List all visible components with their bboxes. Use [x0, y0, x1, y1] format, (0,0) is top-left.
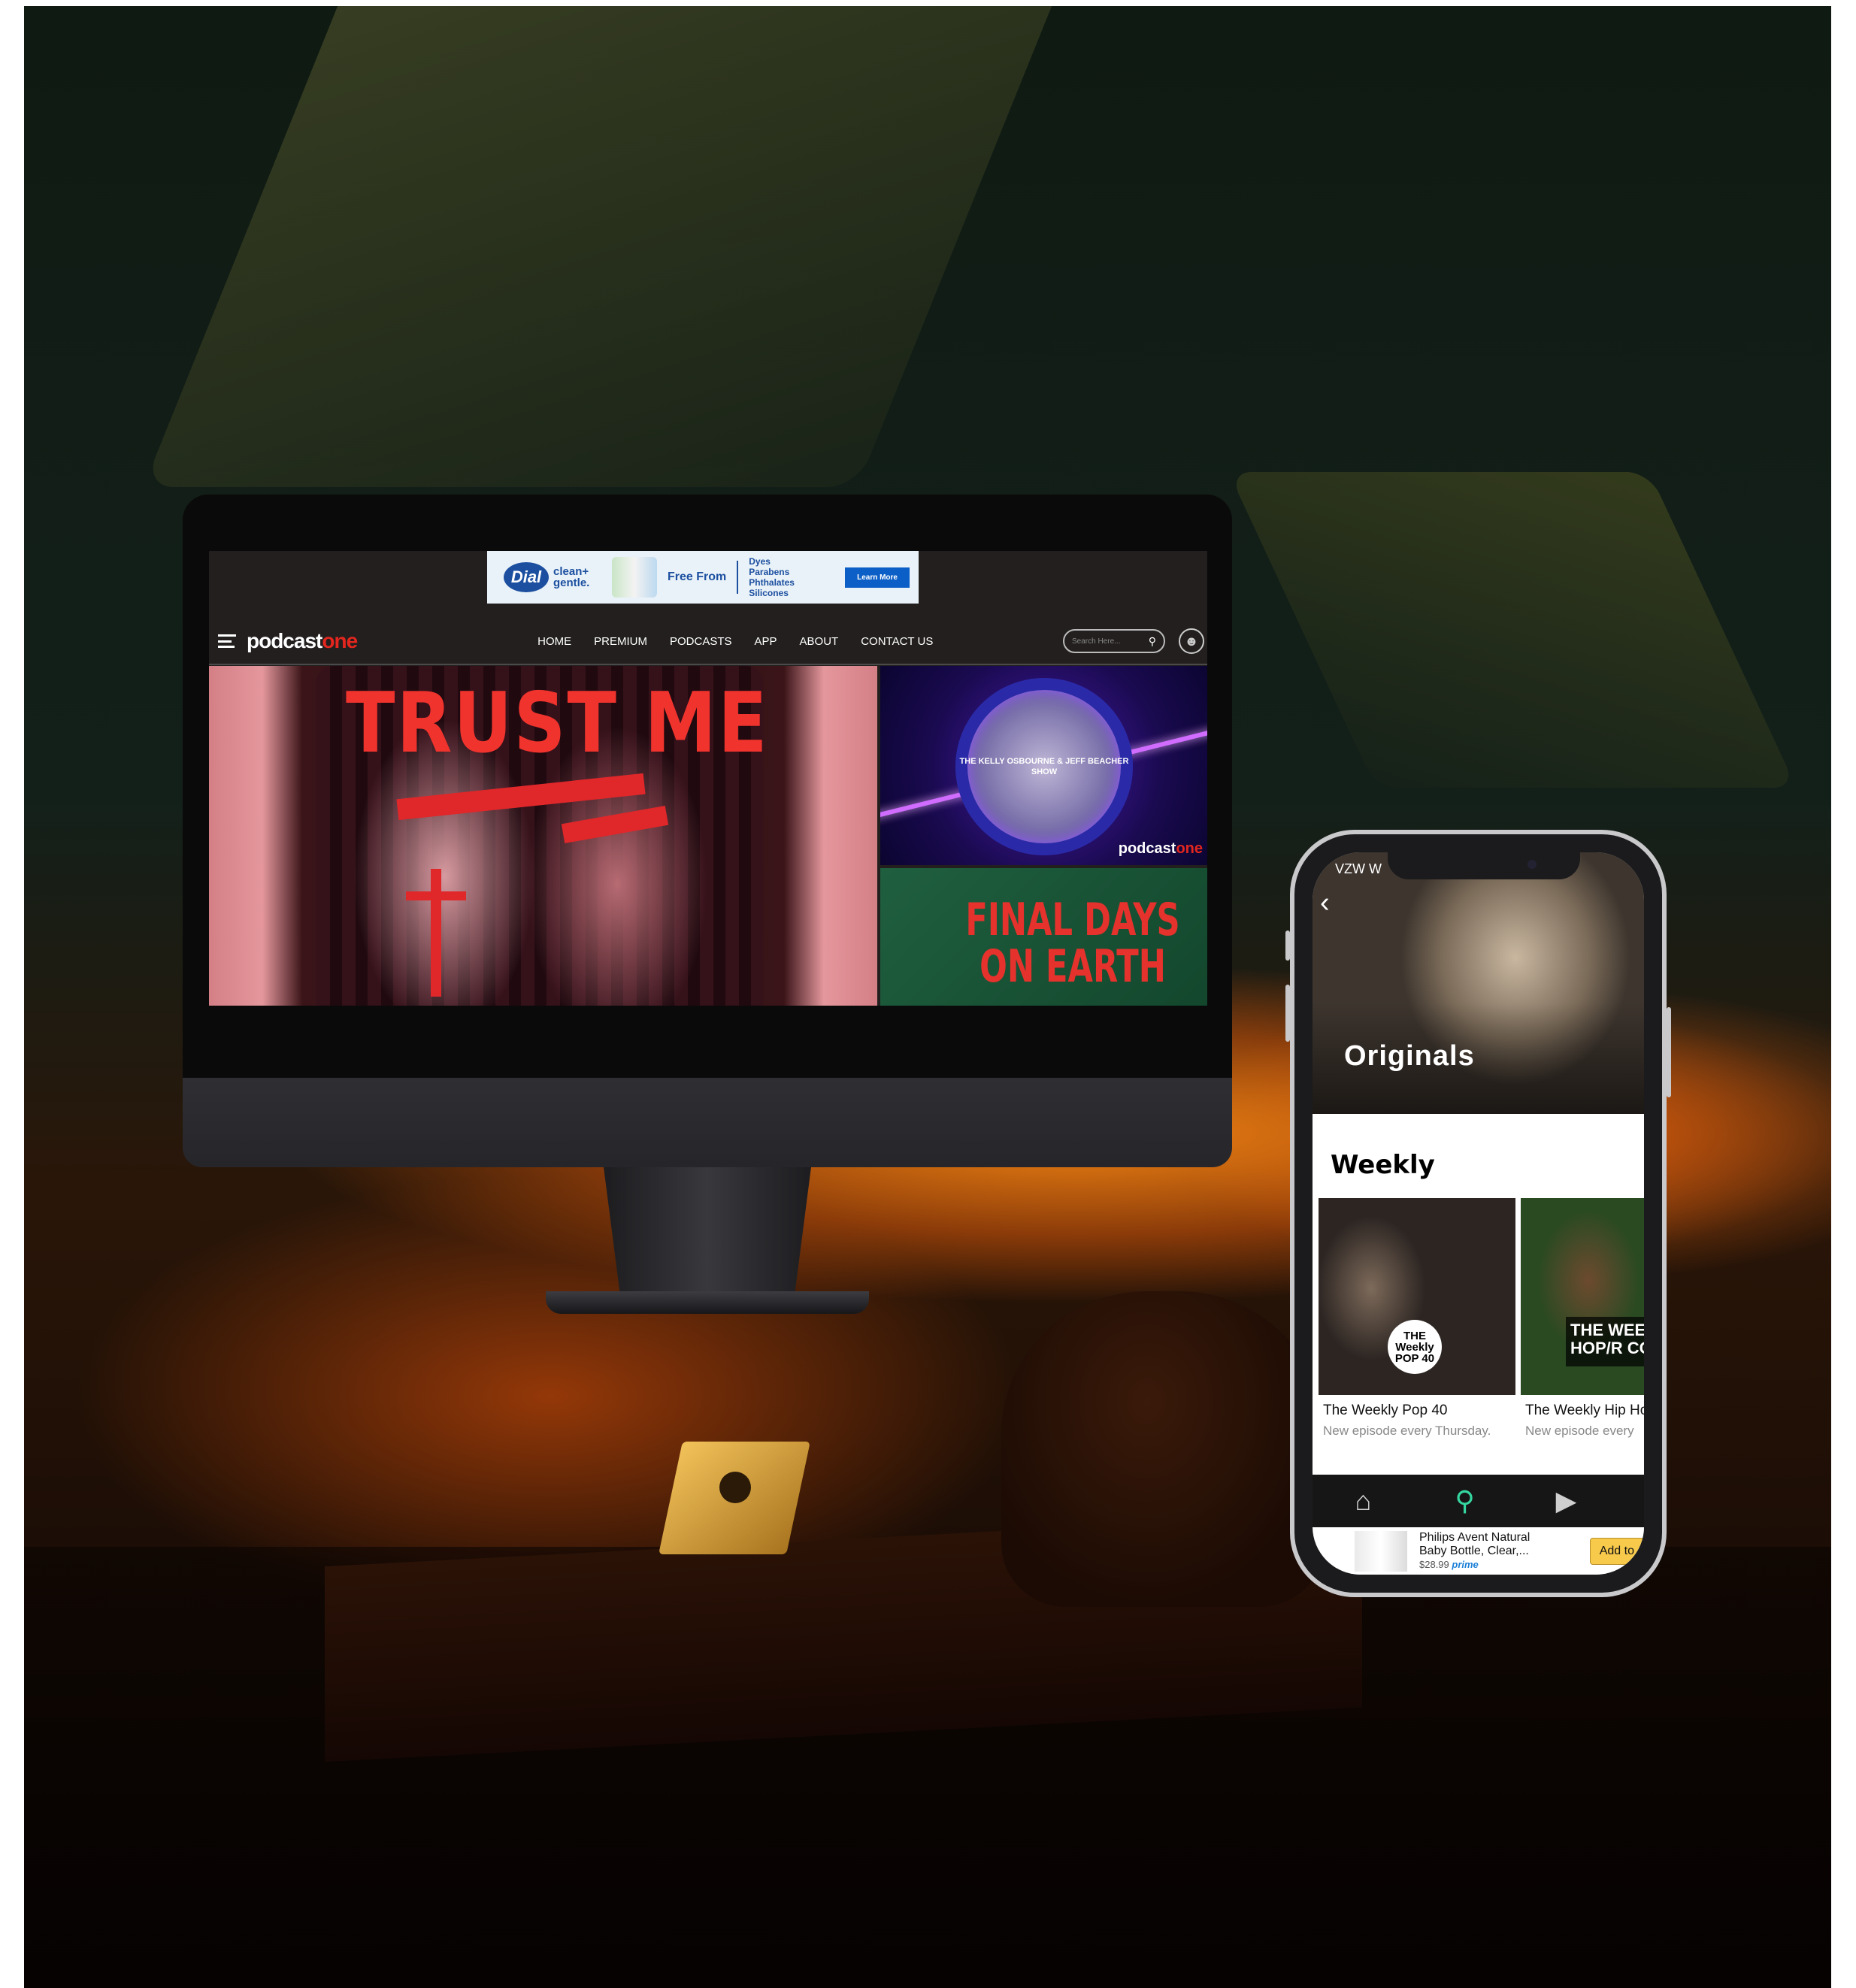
user-account-icon[interactable]: ☻	[1179, 628, 1204, 654]
phone-button	[1285, 985, 1290, 1042]
hero-tile-final-days[interactable]: FINAL DAYS ON EARTH	[880, 868, 1207, 1006]
show-title: THE KELLY OSBOURNE & JEFF BEACHER SHOW	[959, 757, 1129, 776]
nav-home[interactable]: HOME	[537, 635, 571, 648]
phone-button	[1285, 930, 1290, 961]
decor-cross	[406, 891, 466, 900]
phone-notch	[1388, 852, 1580, 879]
product-title: Philips Avent Natural Baby Bottle, Clear…	[1419, 1530, 1531, 1557]
logo-text: podcast	[247, 629, 322, 652]
bottom-tab-bar: ⌂ ⚲ ▶	[1313, 1475, 1644, 1527]
podcast-card[interactable]: THE WEEK HIP HOP/R COUNTDO The Weekly Hi…	[1521, 1198, 1644, 1439]
nav-podcasts[interactable]: PODCASTS	[670, 635, 732, 648]
monitor-chin	[183, 1078, 1232, 1167]
product-price-row: $28.99 prime	[1419, 1558, 1547, 1572]
video-icon[interactable]: ▶	[1515, 1485, 1617, 1517]
site-logo[interactable]: podcastone	[247, 629, 358, 653]
podcast-subtitle: New episode every	[1525, 1424, 1634, 1438]
podcast-card[interactable]: THE Weekly POP 40 The Weekly Pop 40 New …	[1319, 1198, 1515, 1439]
hero-title: TRUST ME	[346, 674, 769, 772]
ad-list-item: Dyes	[749, 556, 771, 567]
tile-title: FINAL DAYS ON EARTH	[965, 894, 1180, 993]
nav-contact[interactable]: CONTACT US	[861, 635, 933, 648]
podcast-title: The Weekly Pop 40	[1323, 1402, 1448, 1418]
tile-logo: podcastone	[1119, 840, 1203, 858]
nav-premium[interactable]: PREMIUM	[594, 635, 647, 648]
light-beam	[143, 6, 1070, 487]
hero-tile-kelly-osbourne[interactable]: THE KELLY OSBOURNE & JEFF BEACHER SHOW p…	[880, 666, 1207, 865]
monitor-stand	[604, 1167, 811, 1296]
search-input[interactable]: Search Here... ⚲	[1063, 629, 1165, 653]
hero-featured-trust-me[interactable]: TRUST ME	[209, 666, 877, 1006]
podcast-thumbnail: THE Weekly POP 40	[1319, 1198, 1515, 1395]
phone-button	[1667, 1007, 1671, 1097]
product-ad[interactable]: Philips Avent Natural Baby Bottle, Clear…	[1343, 1527, 1644, 1575]
ad-list-item: Silicones	[749, 588, 789, 598]
logo-accent-text: one	[322, 629, 358, 652]
ad-list-item: Phthalates	[749, 577, 795, 588]
laptop-logo	[719, 1472, 751, 1503]
ad-ingredient-list: Dyes Parabens Phthalates Silicones	[749, 556, 795, 598]
tile-logo-text: podcast	[1118, 840, 1176, 857]
ad-learn-more-button[interactable]: Learn More	[845, 567, 910, 588]
ad-brand-logo: Dial	[504, 562, 549, 592]
search-icon[interactable]: ⚲	[1414, 1485, 1515, 1517]
page-title: Originals	[1344, 1040, 1475, 1072]
ad-product-image	[612, 557, 657, 598]
podcast-badge: THE WEEK HIP HOP/R COUNTDO	[1566, 1317, 1644, 1366]
search-icon[interactable]: ⚲	[1149, 635, 1156, 648]
prime-badge: prime	[1452, 1558, 1479, 1570]
site-navbar: podcastone HOME PREMIUM PODCASTS APP ABO…	[209, 619, 1207, 665]
nav-app[interactable]: APP	[755, 635, 777, 648]
status-carrier: VZW W	[1335, 861, 1382, 876]
nav-about[interactable]: ABOUT	[800, 635, 839, 648]
phone-screen: VZW W ‹ Originals Weekly THE Weekly POP …	[1313, 852, 1644, 1575]
tile-logo-accent: one	[1176, 840, 1203, 857]
product-price: $28.99	[1419, 1558, 1449, 1570]
decor-cross	[431, 869, 441, 997]
podcast-badge: THE Weekly POP 40	[1388, 1320, 1442, 1374]
monitor-bezel: Dial clean+ gentle. Free From Dyes Parab…	[183, 495, 1232, 1078]
ad-headline: Free From	[668, 570, 727, 583]
podcast-thumbnail: THE WEEK HIP HOP/R COUNTDO	[1521, 1198, 1644, 1395]
menu-icon[interactable]	[218, 634, 236, 648]
product-info: Philips Avent Natural Baby Bottle, Clear…	[1419, 1531, 1547, 1572]
product-image	[1355, 1530, 1407, 1572]
monitor-foot	[546, 1291, 869, 1314]
ad-brand-tagline: clean+ gentle.	[553, 565, 590, 589]
ad-list-item: Parabens	[749, 567, 790, 577]
smartphone: VZW W ‹ Originals Weekly THE Weekly POP …	[1285, 830, 1671, 1597]
back-chevron-icon[interactable]: ‹	[1320, 887, 1330, 919]
desktop-monitor: Dial clean+ gentle. Free From Dyes Parab…	[183, 495, 1232, 1314]
nav-links: HOME PREMIUM PODCASTS APP ABOUT CONTACT …	[537, 635, 933, 648]
light-beam	[1228, 472, 1797, 788]
home-icon[interactable]: ⌂	[1313, 1485, 1414, 1517]
dj-silhouette	[1001, 1291, 1325, 1607]
section-title: Weekly	[1331, 1150, 1435, 1180]
podcast-subtitle: New episode every Thursday.	[1323, 1424, 1491, 1438]
search-placeholder: Search Here...	[1072, 637, 1121, 646]
ad-banner[interactable]: Dial clean+ gentle. Free From Dyes Parab…	[487, 551, 919, 604]
monitor-screen: Dial clean+ gentle. Free From Dyes Parab…	[209, 551, 1207, 1006]
ad-divider	[737, 561, 739, 594]
podcast-title: The Weekly Hip Ho	[1525, 1402, 1644, 1418]
camera-icon	[1527, 860, 1537, 869]
add-to-cart-button[interactable]: Add to	[1589, 1537, 1644, 1565]
originals-header-image	[1313, 852, 1644, 1114]
